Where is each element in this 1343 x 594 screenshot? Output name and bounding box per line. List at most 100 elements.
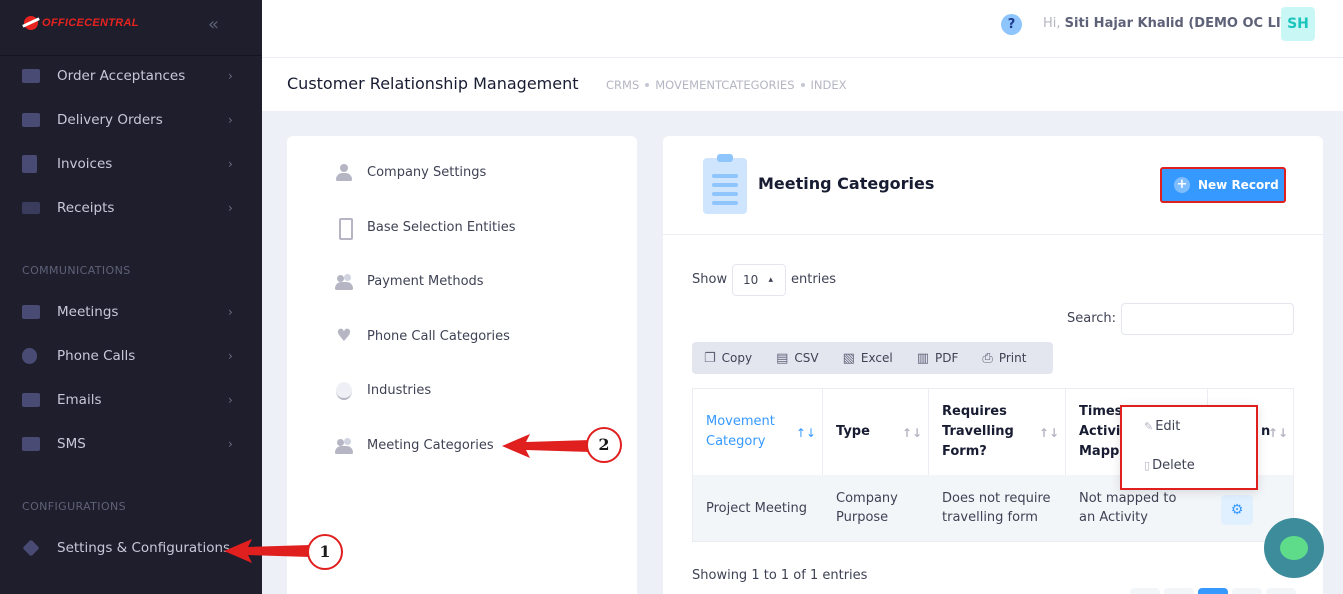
new-record-label: New Record (1198, 178, 1279, 192)
smile-icon (335, 381, 353, 400)
chevron-right-icon: › (228, 157, 233, 171)
entries-label: entries (791, 272, 837, 287)
breadcrumb-separator (645, 83, 650, 87)
sidebar-item-sms[interactable]: SMS › (0, 424, 262, 464)
greeting-text: Hi, (1043, 16, 1061, 31)
export-button-group: ❐ Copy ▤ CSV ▧ Excel ▥ PDF ⎙ Print (692, 342, 1053, 374)
sort-icon: ↑↓ (795, 426, 816, 440)
copy-button[interactable]: ❐ Copy (692, 342, 764, 374)
double-chevron-left-icon[interactable]: « (208, 14, 219, 35)
sidebar-item-emails[interactable]: Emails › (0, 380, 262, 420)
sidebar-item-label: Emails (57, 392, 102, 408)
cell-requires-travelling-form: Does not require travelling form (942, 491, 1051, 525)
gear-icon[interactable]: ⚙ (1221, 495, 1253, 525)
pagination-next[interactable] (1232, 588, 1262, 594)
show-label: Show (692, 272, 728, 287)
new-record-button[interactable]: + New Record (1160, 167, 1286, 203)
column-header-label: Requires Travelling Form? (942, 404, 1014, 459)
sidebar-item-delivery-orders[interactable]: Delivery Orders › (0, 100, 262, 140)
settings-item-phone-call-categories[interactable]: ♥ Phone Call Categories (335, 327, 510, 345)
excel-label: Excel (860, 351, 893, 365)
pagination-previous[interactable] (1164, 588, 1194, 594)
print-button[interactable]: ⎙ Print (970, 342, 1038, 374)
action-dropdown-menu: ✎ Edit ▯ Delete (1120, 405, 1258, 490)
page-length-select[interactable]: 10 ▴ (732, 264, 786, 296)
chat-widget-button[interactable] (1264, 518, 1324, 578)
plus-circle-icon: + (1174, 177, 1190, 193)
pagination-page-1[interactable] (1198, 588, 1228, 594)
column-header-label: Movement Category (706, 414, 775, 449)
settings-item-industries[interactable]: Industries (335, 381, 431, 400)
search-label: Search: (1067, 311, 1117, 326)
annotation-badge-2: 2 (586, 427, 622, 463)
pdf-button[interactable]: ▥ PDF (905, 342, 971, 374)
person-icon (335, 163, 353, 181)
chevron-right-icon: › (228, 349, 233, 363)
breadcrumb-item[interactable]: MOVEMENTCATEGORIES (655, 78, 794, 92)
edit-icon: ✎ (1144, 420, 1154, 433)
top-header: ? Hi, Siti Hajar Khalid (DEMO OC LITE) S… (262, 0, 1343, 58)
receipt-icon (22, 202, 40, 214)
breadcrumb: CRMS MOVEMENTCATEGORIES INDEX (606, 78, 847, 92)
csv-label: CSV (794, 351, 819, 365)
breadcrumb-item[interactable]: CRMS (606, 78, 639, 92)
sidebar-item-order-acceptances[interactable]: Order Acceptances › (0, 56, 262, 96)
section-label-communications: COMMUNICATIONS (22, 264, 131, 277)
excel-button[interactable]: ▧ Excel (831, 342, 905, 374)
settings-item-payment-methods[interactable]: Payment Methods (335, 272, 484, 290)
sidebar-item-label: Order Acceptances (57, 68, 186, 84)
edit-label: Edit (1155, 419, 1181, 434)
pagination-last[interactable] (1266, 588, 1296, 594)
user-greeting[interactable]: Hi, Siti Hajar Khalid (DEMO OC LITE) (1043, 16, 1304, 31)
settings-item-label: Payment Methods (367, 273, 484, 289)
page-title: Customer Relationship Management (287, 74, 579, 93)
settings-item-company-settings[interactable]: Company Settings (335, 163, 486, 181)
delete-menu-item[interactable]: ▯ Delete (1144, 458, 1195, 473)
column-header-label: Type (836, 424, 870, 439)
settings-item-label: Phone Call Categories (367, 328, 510, 344)
app-logo[interactable]: OFFICECENTRAL (24, 16, 139, 30)
phone-device-icon (335, 218, 353, 240)
chevron-right-icon: › (228, 69, 233, 83)
column-header-movement-category[interactable]: Movement Category ↑↓ (693, 389, 823, 475)
phone-icon (22, 348, 37, 364)
copy-label: Copy (721, 351, 753, 365)
settings-menu-card: Company Settings Base Selection Entities… (287, 136, 637, 594)
chevron-right-icon: › (228, 113, 233, 127)
settings-item-base-selection-entities[interactable]: Base Selection Entities (335, 218, 515, 240)
sidebar-item-label: Settings & Configurations (57, 540, 231, 556)
card-header-divider (663, 234, 1323, 235)
annotation-arrow-2 (502, 434, 590, 458)
settings-item-label: Meeting Categories (367, 437, 494, 453)
group-icon (335, 272, 353, 290)
pdf-label: PDF (935, 351, 959, 365)
help-icon[interactable]: ? (1001, 14, 1022, 35)
cell-movement-category: Project Meeting (706, 500, 808, 516)
printer-icon: ⎙ (982, 350, 993, 366)
trash-icon: ▯ (1144, 459, 1151, 472)
sort-icon: ↑↓ (1267, 426, 1288, 440)
sidebar-item-label: SMS (57, 436, 86, 452)
page-length-value: 10 (743, 273, 759, 287)
pagination-first[interactable] (1130, 588, 1160, 594)
document-icon (22, 69, 40, 83)
breadcrumb-item[interactable]: INDEX (811, 78, 847, 92)
column-header-type[interactable]: Type ↑↓ (823, 389, 929, 475)
select-arrows-icon: ▴ (768, 275, 773, 285)
search-input[interactable] (1121, 303, 1294, 335)
sidebar-item-meetings[interactable]: Meetings › (0, 292, 262, 332)
subheader: Customer Relationship Management CRMS MO… (262, 58, 1343, 111)
sidebar-item-invoices[interactable]: Invoices › (0, 144, 262, 184)
avatar[interactable]: SH (1281, 7, 1315, 41)
edit-menu-item[interactable]: ✎ Edit (1144, 419, 1180, 434)
sidebar-item-phone-calls[interactable]: Phone Calls › (0, 336, 262, 376)
settings-item-label: Company Settings (367, 164, 487, 180)
chevron-right-icon: › (228, 201, 233, 215)
chevron-right-icon: › (228, 393, 233, 407)
settings-item-meeting-categories[interactable]: Meeting Categories (335, 436, 494, 454)
csv-button[interactable]: ▤ CSV (764, 342, 831, 374)
clipboard-list-icon (703, 154, 747, 214)
column-header-requires-travelling-form[interactable]: Requires Travelling Form? ↑↓ (929, 389, 1066, 475)
sidebar-item-label: Invoices (57, 156, 113, 172)
sidebar-item-receipts[interactable]: Receipts › (0, 188, 262, 228)
